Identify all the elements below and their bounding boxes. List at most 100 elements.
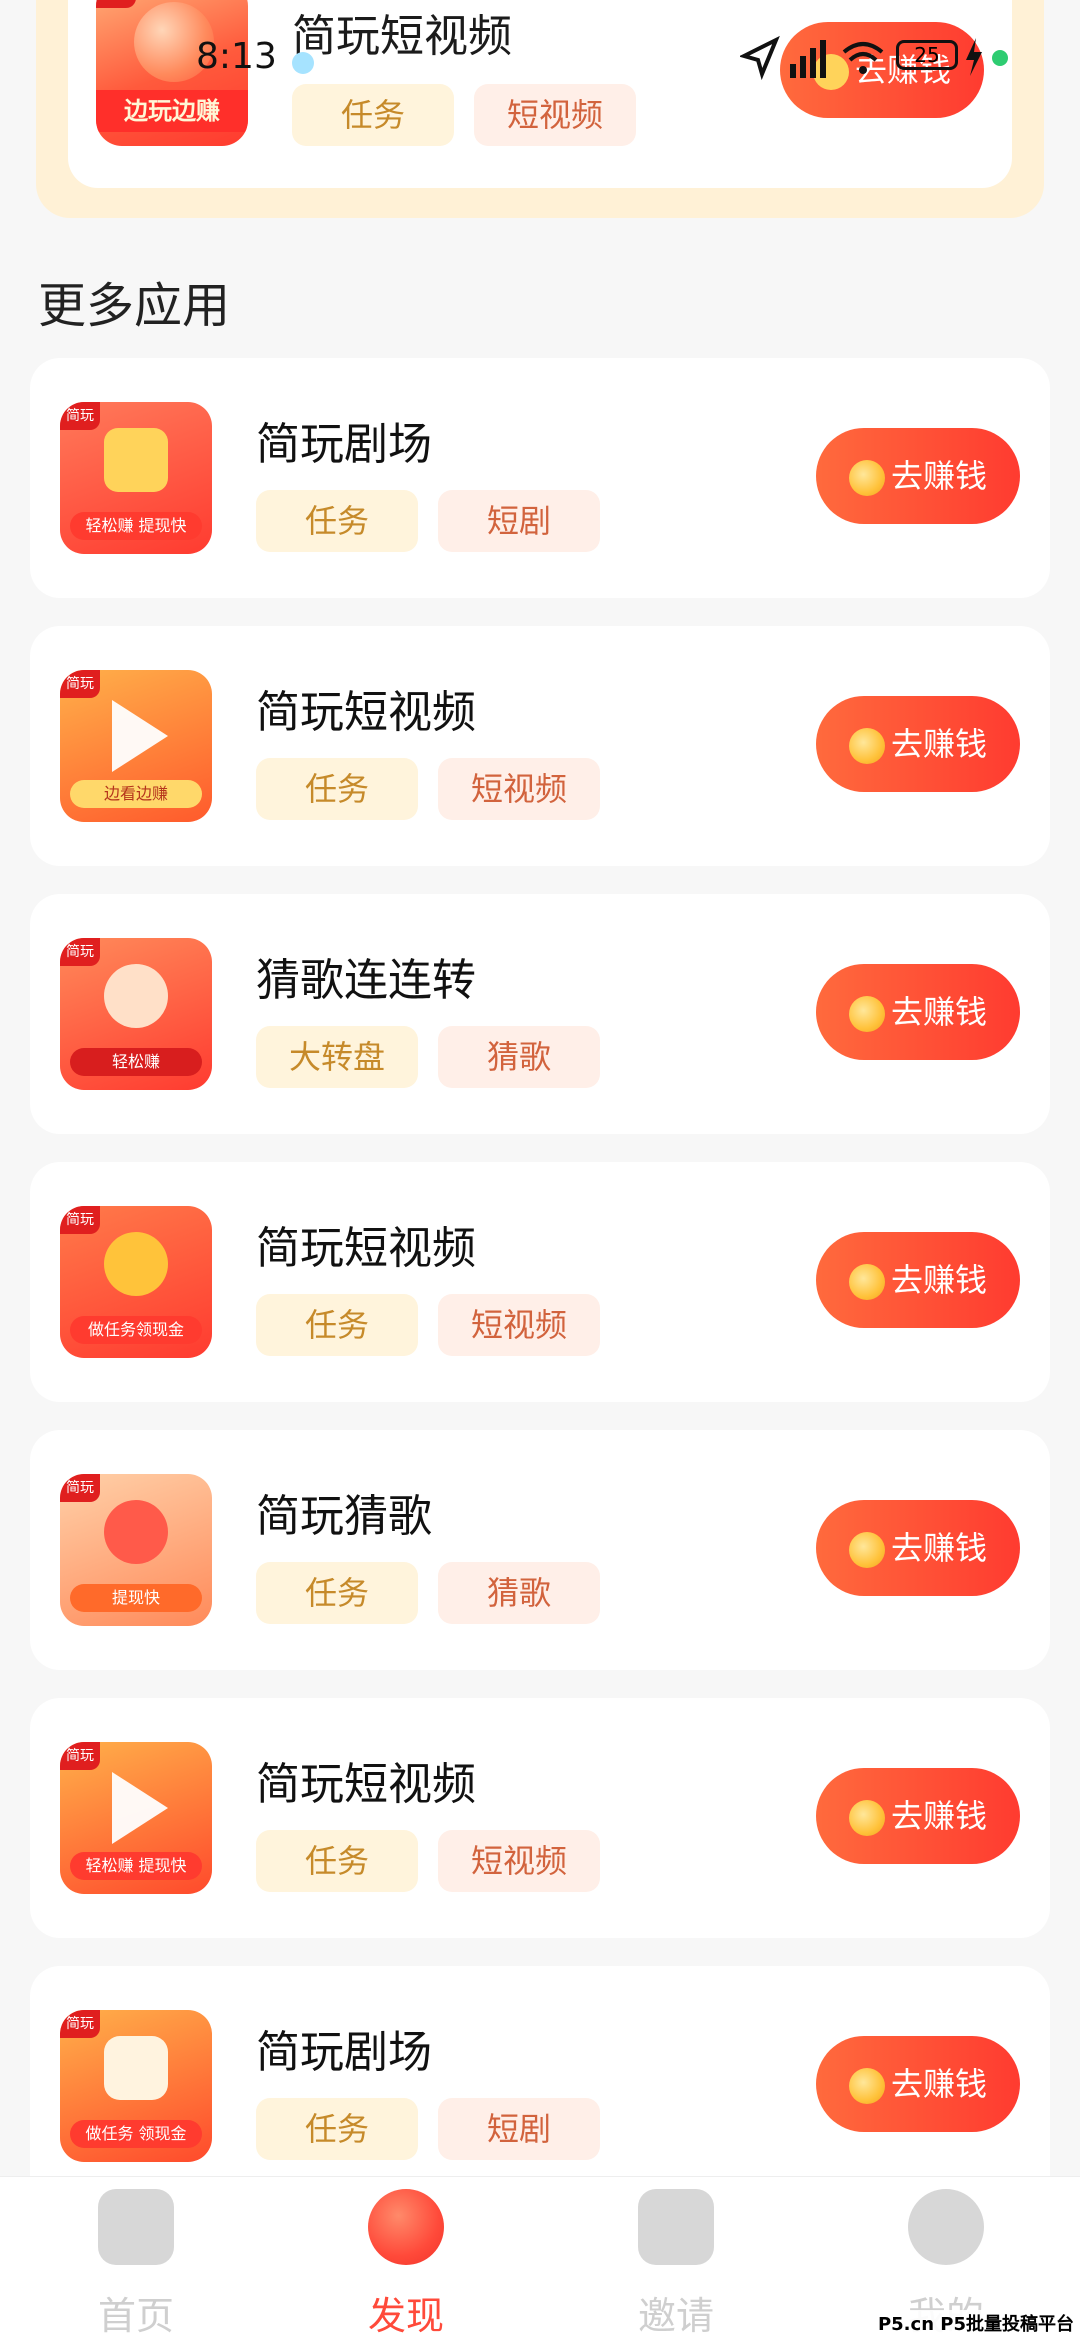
app-title: 简玩短视频 bbox=[256, 1759, 476, 1810]
app-title: 简玩短视频 bbox=[256, 687, 476, 738]
tag-primary: 任务 bbox=[256, 1830, 418, 1892]
app-title: 简玩猜歌 bbox=[256, 1491, 432, 1542]
app-card[interactable]: 简玩 做任务领现金 简玩短视频 任务 短视频 去赚钱 bbox=[30, 1162, 1050, 1402]
disc-icon bbox=[104, 964, 168, 1028]
compass-icon bbox=[368, 2189, 444, 2265]
earn-label: 去赚钱 bbox=[890, 457, 987, 495]
clapper-icon bbox=[104, 2036, 168, 2100]
theater-icon: 简玩 做任务 领现金 bbox=[60, 2010, 212, 2162]
icon-ribbon: 做任务领现金 bbox=[70, 1316, 202, 1344]
icon-ribbon: 轻松赚 提现快 bbox=[70, 1852, 202, 1880]
app-card[interactable]: 简玩 轻松赚 猜歌连连转 大转盘 猜歌 去赚钱 bbox=[30, 894, 1050, 1134]
nav-label: 发现 bbox=[367, 2294, 444, 2338]
play-icon bbox=[112, 700, 168, 772]
nav-invite[interactable]: 邀请 bbox=[576, 2189, 776, 2339]
play-triangle-icon: 简玩 轻松赚 提现快 bbox=[60, 1742, 212, 1894]
earn-button[interactable]: 去赚钱 bbox=[816, 696, 1020, 792]
music-note-icon: 简玩 提现快 bbox=[60, 1474, 212, 1626]
earn-label: 去赚钱 bbox=[890, 1797, 987, 1835]
app-card[interactable]: 简玩 轻松赚 提现快 简玩短视频 任务 短视频 去赚钱 bbox=[30, 1698, 1050, 1938]
featured-tag-task: 任务 bbox=[292, 84, 454, 146]
nav-home[interactable]: 首页 bbox=[36, 2189, 236, 2339]
coin-icon bbox=[848, 996, 885, 1032]
tag-category: 短剧 bbox=[438, 2098, 600, 2160]
app-card[interactable]: 简玩 边看边赚 简玩短视频 任务 短视频 去赚钱 bbox=[30, 626, 1050, 866]
featured-icon-ribbon: 边玩边赚 bbox=[96, 90, 248, 132]
play-triangle-icon: 简玩 边看边赚 bbox=[60, 670, 212, 822]
status-icons: 25 bbox=[740, 34, 1040, 84]
nav-discover[interactable]: 发现 bbox=[306, 2189, 506, 2339]
tag-category: 短剧 bbox=[438, 490, 600, 552]
coin-icon bbox=[848, 1532, 885, 1568]
earn-label: 去赚钱 bbox=[890, 993, 987, 1031]
tv-icon bbox=[104, 428, 168, 492]
earn-button[interactable]: 去赚钱 bbox=[816, 1768, 1020, 1864]
play-icon bbox=[112, 1772, 168, 1844]
coin-icon bbox=[848, 460, 885, 496]
featured-tag-category: 短视频 bbox=[474, 84, 636, 146]
tv-play-icon: 简玩 轻松赚 提现快 bbox=[60, 402, 212, 554]
coin-icon bbox=[848, 2068, 885, 2104]
featured-icon-corner: 简玩 bbox=[96, 0, 136, 8]
earn-label: 去赚钱 bbox=[890, 725, 987, 763]
icon-ribbon: 边看边赚 bbox=[70, 780, 202, 808]
icon-ribbon: 提现快 bbox=[70, 1584, 202, 1612]
app-title: 简玩剧场 bbox=[256, 2027, 432, 2078]
earn-button[interactable]: 去赚钱 bbox=[816, 428, 1020, 524]
tag-primary: 任务 bbox=[256, 758, 418, 820]
home-icon bbox=[98, 2189, 174, 2265]
tag-category: 猜歌 bbox=[438, 1026, 600, 1088]
icon-corner-label: 简玩 bbox=[60, 1474, 100, 1502]
play-circle-icon bbox=[104, 1232, 168, 1296]
earn-button[interactable]: 去赚钱 bbox=[816, 1500, 1020, 1596]
app-title: 简玩剧场 bbox=[256, 419, 432, 470]
charging-bolt-icon bbox=[966, 38, 982, 76]
icon-corner-label: 简玩 bbox=[60, 1206, 100, 1234]
location-arrow-icon bbox=[740, 35, 780, 80]
icon-corner-label: 简玩 bbox=[60, 938, 100, 966]
icon-corner-label: 简玩 bbox=[60, 2010, 100, 2038]
app-title: 猜歌连连转 bbox=[256, 955, 476, 1006]
battery-icon: 25 bbox=[896, 40, 958, 70]
profile-icon bbox=[908, 2189, 984, 2265]
tag-primary: 任务 bbox=[256, 2098, 418, 2160]
watermark: P5.cn P5批量投稿平台 bbox=[877, 2310, 1074, 2336]
app-title: 简玩短视频 bbox=[256, 1223, 476, 1274]
nav-label: 首页 bbox=[97, 2294, 174, 2338]
app-card[interactable]: 简玩 轻松赚 提现快 简玩剧场 任务 短剧 去赚钱 bbox=[30, 358, 1050, 598]
coin-icon bbox=[848, 728, 885, 764]
music-note-icon bbox=[104, 1500, 168, 1564]
earn-label: 去赚钱 bbox=[890, 2065, 987, 2103]
notification-dot-icon bbox=[292, 52, 314, 74]
earn-label: 去赚钱 bbox=[890, 1529, 987, 1567]
tag-primary: 大转盘 bbox=[256, 1026, 418, 1088]
signal-icon bbox=[790, 40, 826, 78]
tag-primary: 任务 bbox=[256, 1562, 418, 1624]
icon-ribbon: 做任务 领现金 bbox=[70, 2120, 202, 2148]
icon-corner-label: 简玩 bbox=[60, 1742, 100, 1770]
section-title: 更多应用 bbox=[38, 278, 231, 334]
featured-title: 简玩短视频 bbox=[292, 11, 512, 62]
invite-icon bbox=[638, 2189, 714, 2265]
tag-category: 短视频 bbox=[438, 1294, 600, 1356]
earn-label: 去赚钱 bbox=[890, 1261, 987, 1299]
play-circle-icon: 简玩 做任务领现金 bbox=[60, 1206, 212, 1358]
nav-label: 邀请 bbox=[637, 2294, 714, 2338]
green-dot-icon bbox=[992, 50, 1008, 66]
icon-corner-label: 简玩 bbox=[60, 670, 100, 698]
icon-ribbon: 轻松赚 提现快 bbox=[70, 512, 202, 540]
tag-category: 短视频 bbox=[438, 758, 600, 820]
earn-button[interactable]: 去赚钱 bbox=[816, 964, 1020, 1060]
tag-category: 猜歌 bbox=[438, 1562, 600, 1624]
icon-ribbon: 轻松赚 bbox=[70, 1048, 202, 1076]
earn-button[interactable]: 去赚钱 bbox=[816, 2036, 1020, 2132]
status-time: 8:13 bbox=[196, 36, 277, 77]
app-card[interactable]: 简玩 做任务 领现金 简玩剧场 任务 短剧 去赚钱 bbox=[30, 1966, 1050, 2206]
earn-button[interactable]: 去赚钱 bbox=[816, 1232, 1020, 1328]
app-card[interactable]: 简玩 提现快 简玩猜歌 任务 猜歌 去赚钱 bbox=[30, 1430, 1050, 1670]
tag-primary: 任务 bbox=[256, 490, 418, 552]
icon-corner-label: 简玩 bbox=[60, 402, 100, 430]
music-disc-icon: 简玩 轻松赚 bbox=[60, 938, 212, 1090]
tag-primary: 任务 bbox=[256, 1294, 418, 1356]
tag-category: 短视频 bbox=[438, 1830, 600, 1892]
